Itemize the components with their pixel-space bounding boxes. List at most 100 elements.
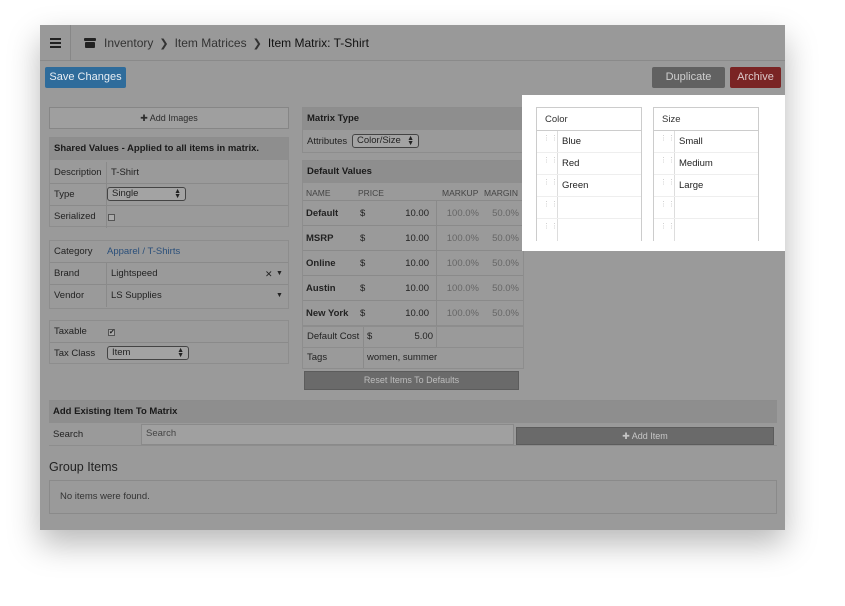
drag-handle-icon[interactable]: ⋮⋮ <box>543 157 558 169</box>
currency-symbol: $ <box>360 208 366 219</box>
size-attribute-header: Size <box>654 107 758 131</box>
save-changes-button[interactable]: Save Changes <box>45 67 126 88</box>
chevron-right-icon: ❯ <box>252 37 262 50</box>
inventory-box-icon <box>84 38 96 48</box>
drag-handle-icon[interactable]: ⋮⋮ <box>543 201 558 213</box>
type-select-value: Single <box>112 188 139 199</box>
duplicate-button[interactable]: Duplicate <box>652 67 725 88</box>
vendor-label: Vendor <box>54 290 85 301</box>
drag-handle-icon[interactable]: ⋮⋮ <box>543 179 558 191</box>
price-field[interactable]: 10.00 <box>383 201 429 226</box>
default-cost-label: Default Cost <box>307 331 360 342</box>
taxclass-select[interactable]: Item ▲ ▼ <box>107 346 189 360</box>
margin-value: 50.0% <box>492 283 519 294</box>
price-field[interactable]: 10.00 <box>383 301 429 326</box>
attribute-value-row[interactable]: ⋮⋮ Green <box>537 175 641 197</box>
currency-symbol: $ <box>360 258 366 269</box>
currency-symbol: $ <box>367 331 373 342</box>
add-item-button[interactable]: ✚ Add Item <box>516 427 774 445</box>
markup-value: 100.0% <box>446 283 479 294</box>
select-arrows-icon: ▲ ▼ <box>407 135 414 147</box>
attribute-value-row[interactable]: ⋮⋮ Red <box>537 153 641 175</box>
breadcrumb: Inventory ❯ Item Matrices ❯ Item Matrix:… <box>84 36 369 50</box>
default-cost-field[interactable]: 5.00 <box>387 327 434 347</box>
clear-icon[interactable]: ✕ <box>265 263 273 285</box>
taxable-checkbox[interactable]: ✔ <box>108 329 115 336</box>
description-field[interactable]: T-Shirt <box>111 162 139 184</box>
margin-value: 50.0% <box>492 258 519 269</box>
tags-field[interactable]: women, summer <box>367 348 437 368</box>
price-row-msrp: MSRP $ 10.00 100.0% 50.0% <box>303 226 523 251</box>
drag-handle-icon[interactable]: ⋮⋮ <box>543 135 558 147</box>
category-row: Category Apparel / T-Shirts <box>50 241 288 263</box>
color-attribute-column: Color ⋮⋮ Blue ⋮⋮ Red ⋮⋮ Green ⋮⋮ ⋮⋮ <box>536 107 642 241</box>
price-field[interactable]: 10.00 <box>383 276 429 301</box>
drag-handle-icon[interactable]: ⋮⋮ <box>660 201 675 213</box>
col-markup: MARKUP <box>442 188 479 198</box>
shared-values-header: Shared Values - Applied to all items in … <box>50 138 288 160</box>
drag-handle-icon[interactable]: ⋮⋮ <box>660 157 675 169</box>
attribute-value-field[interactable]: Medium <box>679 153 713 175</box>
brand-field[interactable]: Lightspeed <box>111 263 157 285</box>
default-values-column-headers: NAME PRICE MARKUP MARGIN <box>303 185 523 201</box>
description-label: Description <box>54 167 102 178</box>
add-images-label: Add Images <box>149 113 198 123</box>
markup-value: 100.0% <box>446 208 479 219</box>
description-row: Description T-Shirt <box>50 162 288 184</box>
search-input[interactable]: Search <box>141 424 514 445</box>
price-field[interactable]: 10.00 <box>383 226 429 251</box>
price-field[interactable]: 10.00 <box>383 251 429 276</box>
archive-button[interactable]: Archive <box>730 67 781 88</box>
taxclass-row: Tax Class Item ▲ ▼ <box>50 343 288 365</box>
default-values-header: Default Values <box>303 161 523 183</box>
attributes-row: Attributes Color/Size ▲ ▼ <box>303 131 523 153</box>
matrix-type-panel: Matrix Type Attributes Color/Size ▲ ▼ <box>302 107 524 153</box>
add-images-button[interactable]: ✚ Add Images <box>49 107 289 129</box>
attribute-value-row[interactable]: ⋮⋮ <box>654 197 758 219</box>
page-title: Item Matrix: T-Shirt <box>267 36 369 50</box>
attributes-select[interactable]: Color/Size ▲ ▼ <box>352 134 419 148</box>
attribute-value-row[interactable]: ⋮⋮ Medium <box>654 153 758 175</box>
add-item-label: Add Item <box>631 431 668 441</box>
attribute-value-field[interactable]: Blue <box>562 131 581 153</box>
chevron-down-icon[interactable]: ▼ <box>276 263 283 285</box>
attribute-value-field[interactable]: Green <box>562 175 588 197</box>
tags-row: Tags women, summer <box>302 347 524 369</box>
drag-handle-icon[interactable]: ⋮⋮ <box>660 135 675 147</box>
type-select[interactable]: Single ▲ ▼ <box>107 187 186 201</box>
top-bar: Inventory ❯ Item Matrices ❯ Item Matrix:… <box>40 25 785 61</box>
attribute-value-row[interactable]: ⋮⋮ <box>654 219 758 241</box>
tax-panel: Taxable ✔ Tax Class Item ▲ ▼ <box>49 320 289 364</box>
drag-handle-icon[interactable]: ⋮⋮ <box>660 223 675 235</box>
attribute-value-field[interactable]: Large <box>679 175 703 197</box>
attributes-select-value: Color/Size <box>357 135 401 146</box>
attribute-value-row[interactable]: ⋮⋮ Large <box>654 175 758 197</box>
margin-value: 50.0% <box>492 233 519 244</box>
serialized-label: Serialized <box>54 211 96 222</box>
attribute-value-row[interactable]: ⋮⋮ Small <box>654 131 758 153</box>
currency-symbol: $ <box>360 233 366 244</box>
price-row-name: Online <box>306 258 336 269</box>
breadcrumb-inventory[interactable]: Inventory <box>104 36 153 50</box>
drag-handle-icon[interactable]: ⋮⋮ <box>660 179 675 191</box>
attribute-value-row[interactable]: ⋮⋮ <box>537 219 641 241</box>
reset-items-button[interactable]: Reset Items To Defaults <box>304 371 519 390</box>
category-link[interactable]: Apparel / T-Shirts <box>107 241 180 263</box>
attribute-value-row[interactable]: ⋮⋮ <box>537 197 641 219</box>
vendor-field[interactable]: LS Supplies <box>111 285 162 307</box>
hamburger-menu-icon[interactable] <box>40 25 71 61</box>
category-label: Category <box>54 246 93 257</box>
chevron-down-icon[interactable]: ▼ <box>276 285 283 307</box>
type-row: Type Single ▲ ▼ <box>50 184 288 206</box>
category-panel: Category Apparel / T-Shirts Brand Lights… <box>49 240 289 309</box>
plus-icon: ✚ <box>622 431 630 441</box>
serialized-checkbox[interactable] <box>108 214 115 221</box>
attribute-value-field[interactable]: Red <box>562 153 579 175</box>
drag-handle-icon[interactable]: ⋮⋮ <box>543 223 558 235</box>
breadcrumb-item-matrices[interactable]: Item Matrices <box>175 36 247 50</box>
margin-value: 50.0% <box>492 208 519 219</box>
price-row-name: MSRP <box>306 233 334 244</box>
attribute-value-row[interactable]: ⋮⋮ Blue <box>537 131 641 153</box>
attribute-value-field[interactable]: Small <box>679 131 703 153</box>
brand-label: Brand <box>54 268 80 279</box>
